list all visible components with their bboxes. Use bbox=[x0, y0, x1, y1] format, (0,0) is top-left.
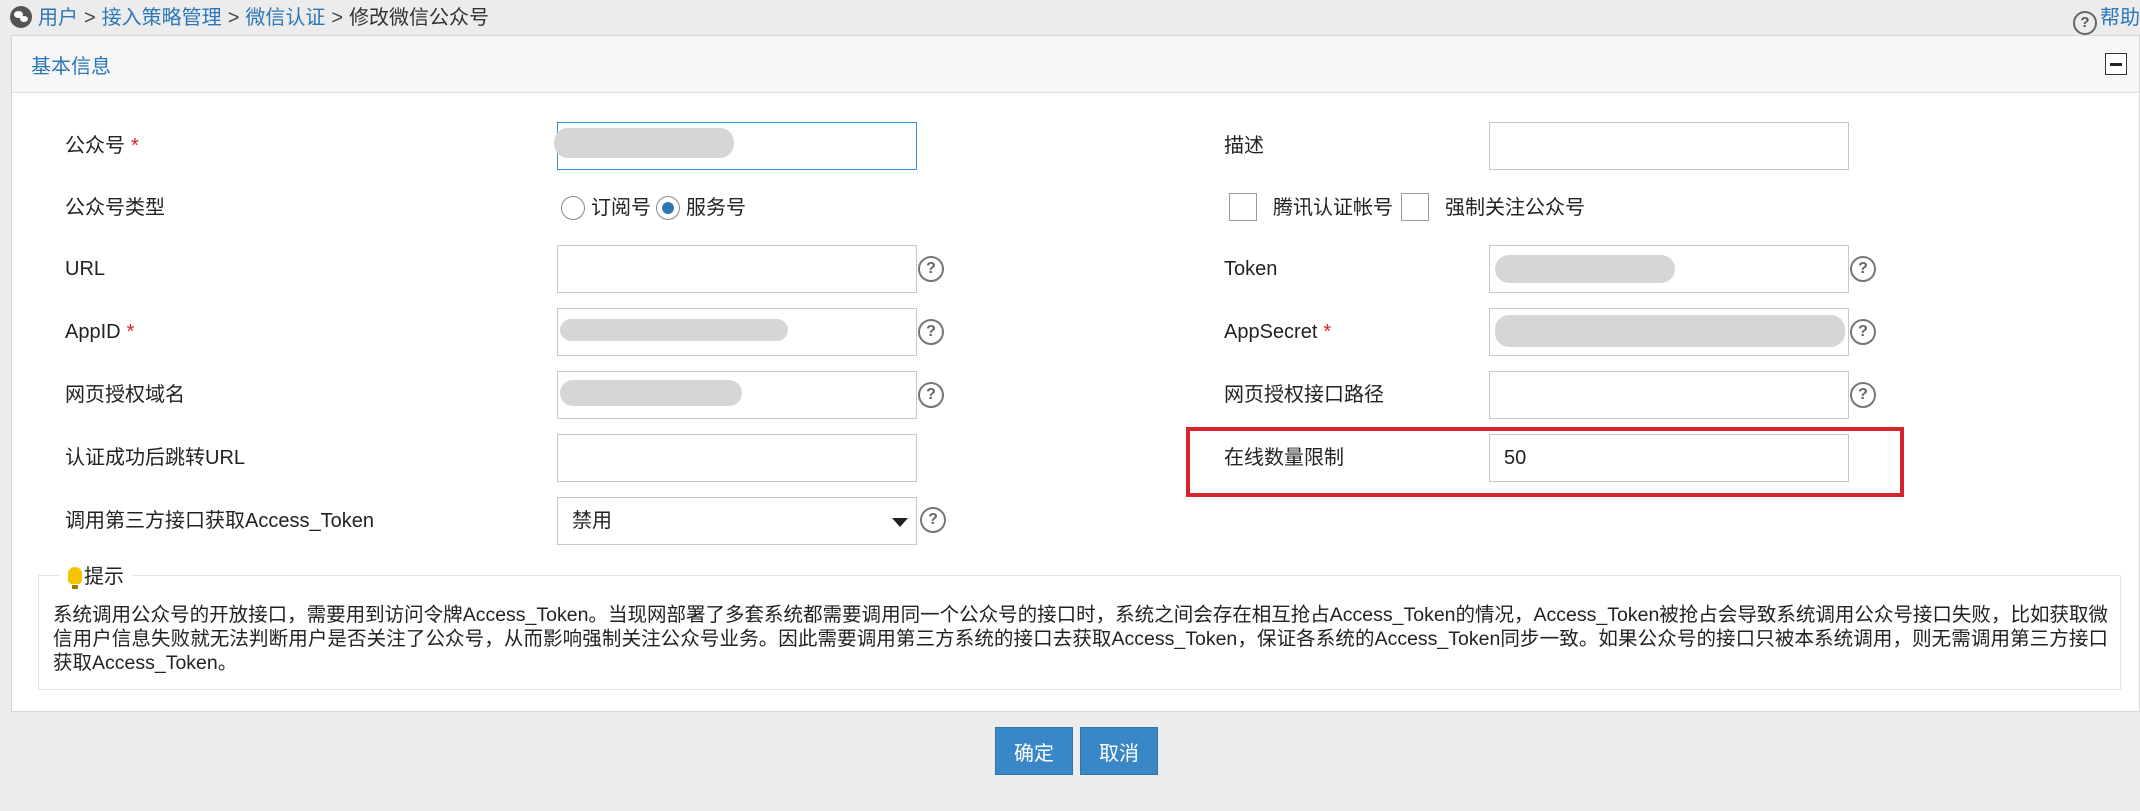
panel-header: 基本信息 bbox=[12, 36, 2139, 93]
oauth-path-label: 网页授权接口路径 bbox=[1224, 384, 1384, 406]
third-party-token-select[interactable]: 禁用 bbox=[557, 497, 917, 545]
subscription-option-label[interactable]: 订阅号 bbox=[591, 195, 651, 221]
url-help-icon[interactable]: ? bbox=[918, 256, 944, 282]
required-mark: * bbox=[131, 135, 139, 157]
redirect-url-input[interactable] bbox=[557, 434, 917, 482]
online-limit-label: 在线数量限制 bbox=[1224, 447, 1344, 469]
online-limit-input[interactable] bbox=[1489, 434, 1849, 482]
token-label: Token bbox=[1224, 258, 1278, 280]
oauth-domain-help-icon[interactable]: ? bbox=[918, 382, 944, 408]
oauth-path-input[interactable] bbox=[1489, 371, 1849, 419]
appid-help-icon[interactable]: ? bbox=[918, 319, 944, 345]
subscription-radio[interactable] bbox=[561, 196, 585, 220]
account-label: 公众号 * bbox=[65, 135, 139, 157]
third-party-token-help-icon[interactable]: ? bbox=[920, 507, 946, 533]
breadcrumb-access-policy[interactable]: 接入策略管理 bbox=[102, 7, 222, 29]
tip-title: 提示 bbox=[84, 566, 124, 588]
tip-legend: 提示 bbox=[60, 564, 132, 590]
breadcrumb-separator: > bbox=[84, 7, 96, 29]
appid-label: AppID * bbox=[65, 321, 135, 343]
breadcrumb-separator: > bbox=[227, 7, 240, 29]
required-mark: * bbox=[126, 321, 135, 343]
redirect-url-label: 认证成功后跳转URL bbox=[65, 447, 246, 469]
breadcrumb-users[interactable]: 用户 bbox=[38, 7, 78, 29]
oauth-path-help-icon[interactable]: ? bbox=[1850, 382, 1876, 408]
token-input[interactable] bbox=[1489, 245, 1849, 293]
oauth-domain-input[interactable] bbox=[557, 371, 917, 419]
breadcrumb-current: 修改微信公众号 bbox=[349, 7, 490, 29]
help-label: 帮助 bbox=[2100, 7, 2140, 29]
account-input[interactable] bbox=[557, 122, 917, 170]
url-input[interactable] bbox=[557, 245, 917, 293]
tencent-verified-checkbox[interactable] bbox=[1229, 193, 1257, 221]
breadcrumb: 用户 > 接入策略管理 > 微信认证 > 修改微信公众号 bbox=[10, 5, 489, 31]
appid-input[interactable] bbox=[557, 308, 917, 356]
url-label: URL bbox=[65, 258, 106, 280]
third-party-token-selected: 禁用 bbox=[572, 510, 612, 532]
chevron-down-icon bbox=[892, 518, 908, 527]
lightbulb-icon bbox=[68, 567, 82, 589]
description-input[interactable] bbox=[1489, 122, 1849, 170]
panel-title: 基本信息 bbox=[31, 56, 111, 78]
confirm-button[interactable]: 确定 bbox=[995, 727, 1073, 775]
appsecret-help-icon[interactable]: ? bbox=[1850, 319, 1876, 345]
appsecret-input[interactable] bbox=[1489, 308, 1849, 356]
force-follow-checkbox[interactable] bbox=[1401, 193, 1429, 221]
description-label: 描述 bbox=[1224, 135, 1264, 157]
force-follow-label[interactable]: 强制关注公众号 bbox=[1445, 195, 1585, 221]
help-link[interactable]: ? 帮助 bbox=[2073, 5, 2140, 35]
required-mark: * bbox=[1323, 321, 1332, 343]
breadcrumb-separator: > bbox=[331, 7, 344, 29]
service-radio[interactable] bbox=[656, 196, 680, 220]
help-icon: ? bbox=[2073, 11, 2097, 35]
cancel-button[interactable]: 取消 bbox=[1080, 727, 1158, 775]
oauth-domain-label: 网页授权域名 bbox=[65, 384, 185, 406]
wechat-icon bbox=[10, 6, 32, 28]
account-type-label: 公众号类型 bbox=[65, 197, 165, 219]
third-party-token-label: 调用第三方接口获取Access_Token bbox=[65, 510, 374, 532]
token-help-icon[interactable]: ? bbox=[1850, 256, 1876, 282]
top-bar: 用户 > 接入策略管理 > 微信认证 > 修改微信公众号 ? 帮助 bbox=[0, 0, 2140, 36]
service-option-label[interactable]: 服务号 bbox=[686, 195, 746, 221]
breadcrumb-wechat-auth[interactable]: 微信认证 bbox=[245, 7, 325, 29]
appsecret-label: AppSecret * bbox=[1224, 321, 1332, 343]
tip-text: 系统调用公众号的开放接口，需要用到访问令牌Access_Token。当现网部署了… bbox=[53, 604, 2108, 674]
tencent-verified-label[interactable]: 腾讯认证帐号 bbox=[1273, 195, 1393, 221]
collapse-icon[interactable] bbox=[2105, 53, 2127, 75]
